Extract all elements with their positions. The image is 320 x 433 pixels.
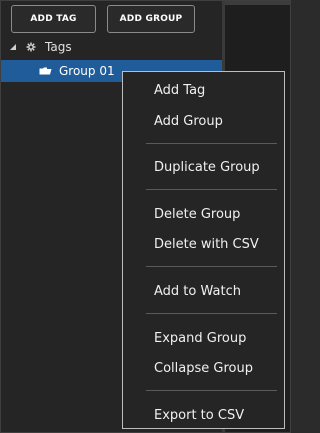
triangle-expanded-icon[interactable] — [8, 42, 18, 52]
content-panel-header — [225, 0, 291, 5]
menu-item-export-to-csv[interactable]: Export to CSV — [123, 403, 284, 427]
gear-icon — [26, 42, 36, 52]
add-group-button[interactable]: ADD GROUP — [107, 5, 195, 33]
add-tag-button[interactable]: ADD TAG — [11, 5, 96, 33]
menu-item-delete-group[interactable]: Delete Group — [123, 202, 284, 226]
menu-separator — [146, 189, 277, 190]
tree-item-label: Tags — [45, 40, 72, 54]
menu-item-delete-with-csv[interactable]: Delete with CSV — [123, 232, 284, 256]
menu-separator — [146, 313, 277, 314]
folder-icon — [39, 66, 52, 76]
menu-item-collapse-group[interactable]: Collapse Group — [123, 356, 284, 380]
menu-separator — [146, 266, 277, 267]
tree-item-label: Group 01 — [59, 64, 115, 78]
context-menu: Add Tag Add Group Duplicate Group Delete… — [122, 71, 285, 429]
menu-separator — [146, 390, 277, 391]
menu-item-expand-group[interactable]: Expand Group — [123, 326, 284, 350]
menu-item-add-group[interactable]: Add Group — [123, 109, 284, 133]
menu-item-duplicate-group[interactable]: Duplicate Group — [123, 155, 284, 179]
menu-item-add-to-watch[interactable]: Add to Watch — [123, 279, 284, 303]
menu-item-add-tag[interactable]: Add Tag — [123, 78, 284, 102]
menu-separator — [146, 143, 277, 144]
tree-item-tags[interactable]: Tags — [0, 36, 222, 58]
